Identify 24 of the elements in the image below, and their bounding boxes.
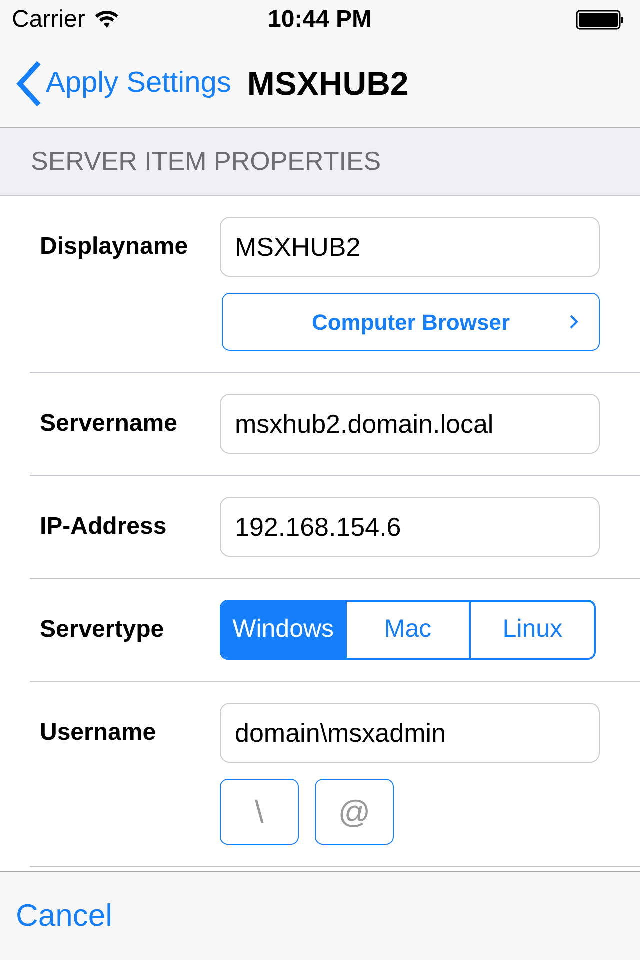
- back-button[interactable]: Apply Settings: [16, 60, 232, 106]
- key-button[interactable]: @: [315, 779, 394, 845]
- segment-tab[interactable]: Windows: [222, 602, 345, 658]
- cancel-button[interactable]: Cancel: [16, 892, 112, 940]
- battery-icon: [576, 10, 624, 30]
- wifi-icon: [95, 11, 120, 29]
- computer-browser-button[interactable]: Computer Browser: [222, 293, 600, 351]
- field-label: Displayname: [39, 232, 190, 262]
- field-label: IP-Address: [39, 512, 168, 542]
- field-label: Username: [39, 718, 158, 748]
- text-field[interactable]: domain\msxadmin: [220, 703, 600, 763]
- field-label: Servername: [39, 409, 178, 439]
- text-field[interactable]: 192.168.154.6: [220, 497, 600, 557]
- nav-title: MSXHUB2: [247, 64, 409, 104]
- section-title: SERVER ITEM PROPERTIES: [31, 145, 382, 178]
- segment-tab[interactable]: Linux: [469, 602, 594, 658]
- carrier-label: Carrier: [12, 5, 86, 35]
- chevron-left-icon: [16, 60, 42, 106]
- status-time: 10:44 PM: [268, 5, 372, 35]
- chevron-right-icon: [569, 314, 579, 330]
- key-button[interactable]: \: [220, 779, 299, 845]
- text-field[interactable]: MSXHUB2: [220, 217, 600, 277]
- field-label: Servertype: [39, 615, 166, 645]
- text-field[interactable]: msxhub2.domain.local: [220, 394, 600, 454]
